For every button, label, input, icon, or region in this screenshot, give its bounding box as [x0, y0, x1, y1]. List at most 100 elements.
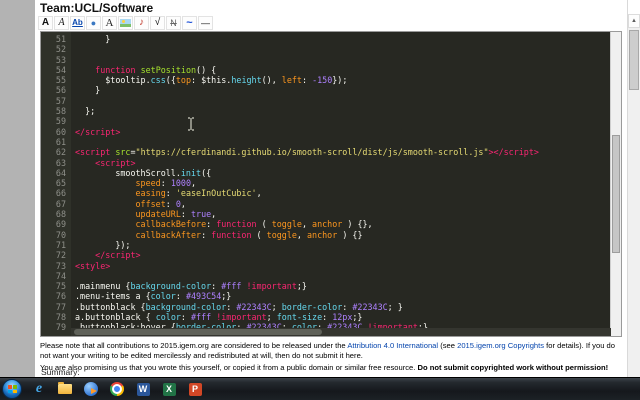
code-line: <script src="https://cferdinandi.github.…	[75, 147, 539, 158]
code-line: <script>	[95, 157, 136, 168]
code-line: callbackBefore: function ( toggle, ancho…	[135, 219, 373, 230]
word-icon-glyph: W	[136, 382, 150, 396]
editor-gutter: 51 52 53 54 55 56 57 58 59 60 61 62 63 64 65 66 67 68 69 70…	[41, 32, 71, 336]
explorer-folder-icon-glyph	[58, 382, 72, 394]
code-line: .buttonblack {background-color: #22343C;…	[75, 301, 403, 312]
chrome-icon-glyph	[110, 382, 124, 396]
code-line: callbackAfter: function ( toggle, anchor…	[135, 229, 363, 240]
line-number: 52	[55, 44, 66, 55]
editor-code[interactable]: } function setPosition() { $tooltip.css(…	[71, 32, 610, 336]
line-number: 70	[55, 229, 66, 240]
windows-logo-icon	[7, 385, 17, 393]
code-line: offset: 0,	[135, 198, 186, 209]
line-number: 54	[55, 64, 66, 75]
editor-horizontal-scroll-thumb[interactable]	[74, 329, 323, 335]
line-number: 79	[55, 322, 66, 333]
scrollbar-top-cap	[628, 0, 640, 14]
line-number: 61	[55, 136, 66, 147]
page-scroll-thumb[interactable]	[629, 30, 639, 90]
line-number: 76	[55, 291, 66, 302]
code-line: updateURL: true,	[135, 209, 217, 220]
editor-vertical-scrollbar[interactable]	[610, 32, 621, 336]
line-number: 75	[55, 281, 66, 292]
line-number: 71	[55, 239, 66, 250]
code-line: .mainmenu {background-color: #fff !impor…	[75, 281, 307, 292]
explorer-folder-icon[interactable]	[52, 379, 78, 400]
line-number: 60	[55, 126, 66, 137]
internal-link-icon[interactable]: Ab	[70, 16, 85, 30]
code-line: </script>	[95, 250, 141, 261]
scroll-up-arrow-icon[interactable]: ▲	[628, 14, 640, 28]
line-number: 69	[55, 219, 66, 230]
copyright-notices: Please note that all contributions to 20…	[40, 341, 622, 375]
line-number: 57	[55, 95, 66, 106]
math-icon[interactable]: √	[150, 16, 165, 30]
line-number: 55	[55, 75, 66, 86]
nowiki-icon[interactable]: N	[166, 16, 181, 30]
start-button[interactable]	[2, 379, 22, 399]
page-scrollbar[interactable]: ▲	[627, 0, 640, 400]
code-line: speed: 1000,	[135, 178, 197, 189]
chrome-icon[interactable]	[104, 379, 130, 400]
external-link-icon[interactable]: ●	[86, 16, 101, 30]
line-number: 74	[55, 270, 66, 281]
summary-label: Summary:	[41, 367, 80, 377]
line-number: 62	[55, 147, 66, 158]
hr-icon[interactable]: —	[198, 16, 213, 30]
screen: Team:UCL/Software A A Ab ● A ♪ √ N ~ — 51 52 53 54 55…	[0, 0, 640, 400]
code-editor[interactable]: 51 52 53 54 55 56 57 58 59 60 61 62 63 64 65 66 67 68 69 70…	[40, 31, 622, 337]
line-number: 64	[55, 167, 66, 178]
copyright-link[interactable]: 2015.igem.org Copyrights	[457, 341, 544, 350]
embedded-image-icon[interactable]	[118, 16, 133, 30]
line-number: 72	[55, 250, 66, 261]
code-line: <style>	[75, 260, 111, 271]
excel-icon[interactable]: X	[156, 379, 182, 400]
powerpoint-icon[interactable]: P	[182, 379, 208, 400]
copyright-notice-1: Please note that all contributions to 20…	[40, 341, 615, 361]
line-number: 77	[55, 301, 66, 312]
line-number: 59	[55, 116, 66, 127]
editor-horizontal-scrollbar[interactable]	[71, 328, 611, 336]
excel-icon-glyph: X	[162, 382, 176, 396]
code-line: };	[75, 106, 96, 117]
code-line: easing: 'easeInOutCubic',	[135, 188, 262, 199]
internet-explorer-icon[interactable]: e	[26, 379, 52, 400]
media-player-icon[interactable]	[78, 379, 104, 400]
bold-icon[interactable]: A	[38, 16, 53, 30]
edit-toolbar: A A Ab ● A ♪ √ N ~ —	[38, 16, 214, 30]
media-file-icon[interactable]: ♪	[134, 16, 149, 30]
code-line: }	[75, 34, 111, 44]
line-number: 58	[55, 106, 66, 117]
mouse-ibeam-cursor	[187, 117, 195, 136]
headline-icon[interactable]: A	[102, 16, 117, 30]
code-line: });	[75, 239, 131, 250]
media-player-icon-glyph	[84, 382, 98, 396]
code-line: function setPosition() {	[95, 64, 217, 75]
copyright-notice-2: You are also promising us that you wrote…	[40, 363, 609, 373]
word-icon[interactable]: W	[130, 379, 156, 400]
signature-icon[interactable]: ~	[182, 16, 197, 30]
line-number: 66	[55, 188, 66, 199]
line-number: 56	[55, 85, 66, 96]
line-number: 73	[55, 260, 66, 271]
line-number: 68	[55, 209, 66, 220]
italic-icon[interactable]: A	[54, 16, 69, 30]
code-line: a.buttonblack { color: #fff !important; …	[75, 312, 363, 323]
line-number: 78	[55, 312, 66, 323]
code-line: $tooltip.css({top: $this.height(), left:…	[75, 75, 348, 86]
editor-vertical-scroll-thumb[interactable]	[612, 135, 620, 253]
powerpoint-icon-glyph: P	[188, 382, 202, 396]
taskbar: e WXP	[0, 377, 640, 400]
copyright-link[interactable]: Attribution 4.0 International	[347, 341, 438, 350]
line-number: 65	[55, 178, 66, 189]
line-number: 53	[55, 54, 66, 65]
page-title: Team:UCL/Software	[40, 1, 154, 15]
code-line: </script>	[75, 126, 121, 137]
code-line: smoothScroll.init({	[75, 167, 212, 178]
code-line: .menu-items a {color: #493C54;}	[75, 291, 232, 302]
